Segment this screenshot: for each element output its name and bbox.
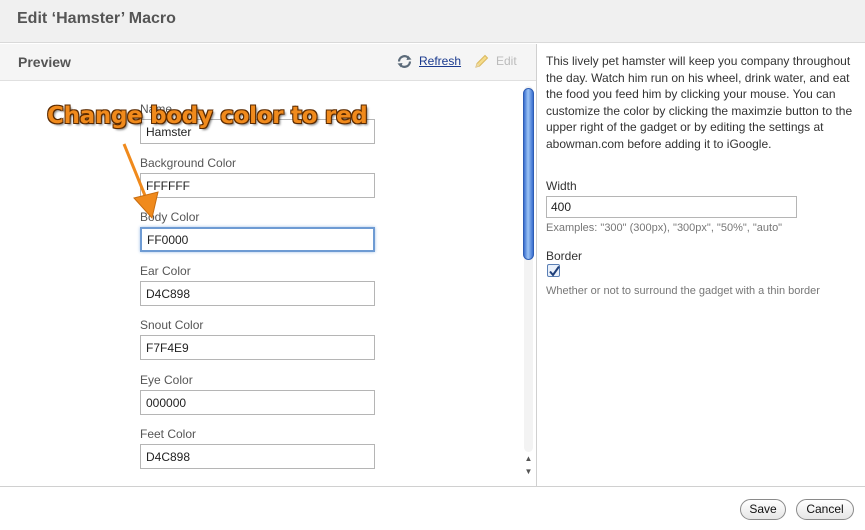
border-checkbox[interactable] <box>547 264 560 277</box>
panel-divider <box>536 44 537 486</box>
field-feet-color: Feet Color <box>140 427 376 469</box>
refresh-icon[interactable] <box>396 53 413 70</box>
field-eye-color: Eye Color <box>140 373 376 415</box>
gadget-description: This lively pet hamster will keep you co… <box>546 54 853 151</box>
eye-color-label: Eye Color <box>140 373 193 387</box>
settings-panel: This lively pet hamster will keep you co… <box>546 53 854 297</box>
border-hint: Whether or not to surround the gadget wi… <box>546 285 820 297</box>
field-body-color: Body Color <box>140 210 376 252</box>
ear-color-label: Ear Color <box>140 264 191 278</box>
save-button[interactable]: Save <box>740 499 786 520</box>
ear-color-input[interactable] <box>140 281 375 306</box>
pencil-icon <box>475 54 489 68</box>
scrollbar-thumb[interactable] <box>523 88 534 260</box>
width-input[interactable] <box>546 196 797 218</box>
dialog-title: Edit ‘Hamster’ Macro <box>17 10 176 27</box>
preview-title: Preview <box>18 54 71 70</box>
checkmark-icon <box>549 265 560 277</box>
feet-color-input[interactable] <box>140 444 375 469</box>
scroll-down-icon[interactable]: ▼ <box>523 466 534 477</box>
body-color-label: Body Color <box>140 210 200 224</box>
background-color-input[interactable] <box>140 173 375 198</box>
preview-scrollbar[interactable]: ▲ ▼ <box>521 86 536 482</box>
feet-color-label: Feet Color <box>140 427 197 441</box>
background-color-label: Background Color <box>140 156 237 170</box>
snout-color-input[interactable] <box>140 335 375 360</box>
refresh-link[interactable]: Refresh <box>419 54 461 68</box>
snout-color-label: Snout Color <box>140 318 204 332</box>
field-snout-color: Snout Color <box>140 318 376 360</box>
width-hint: Examples: "300" (300px), "300px", "50%",… <box>546 222 783 234</box>
body-color-input[interactable] <box>140 227 375 252</box>
border-label: Border <box>546 249 583 263</box>
field-ear-color: Ear Color <box>140 264 376 306</box>
edit-link: Edit <box>496 54 517 68</box>
width-label: Width <box>546 179 577 193</box>
dialog-header: Edit ‘Hamster’ Macro <box>0 0 865 43</box>
field-background-color: Background Color <box>140 156 376 198</box>
footer-divider <box>0 486 865 487</box>
callout-arrow-icon <box>122 143 159 220</box>
callout-annotation: Change body color to red <box>47 103 368 129</box>
cancel-button[interactable]: Cancel <box>796 499 854 520</box>
preview-toolbar: Preview Refresh Edit <box>0 44 536 81</box>
scroll-up-icon[interactable]: ▲ <box>523 453 534 464</box>
eye-color-input[interactable] <box>140 390 375 415</box>
